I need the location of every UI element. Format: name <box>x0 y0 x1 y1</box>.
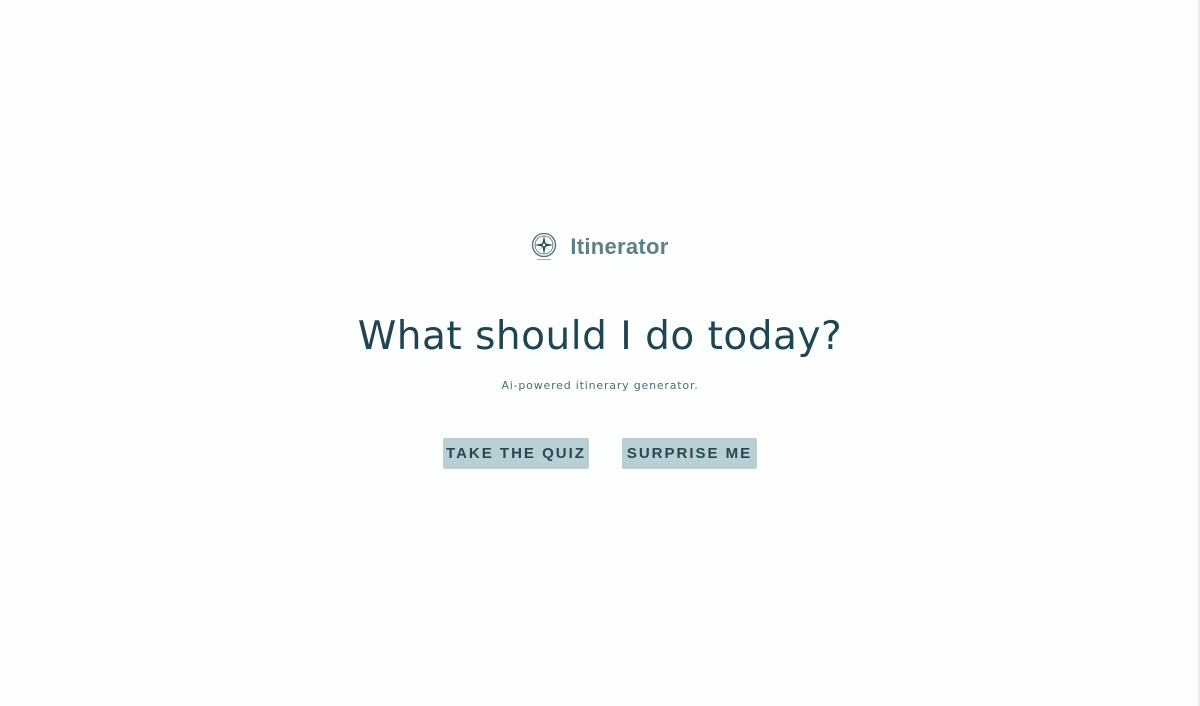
page-title: What should I do today? <box>357 314 843 359</box>
surprise-me-button[interactable]: SURPRISE ME <box>622 438 757 469</box>
page-subtitle: Ai-powered itinerary generator. <box>501 379 699 392</box>
brand-name: Itinerator <box>570 234 669 259</box>
compass-icon <box>532 232 557 260</box>
take-quiz-button[interactable]: TAKE THE QUIZ <box>443 438 589 469</box>
landing-page: Itinerator What should I do today? Ai-po… <box>0 0 1200 706</box>
brand-header: Itinerator <box>0 230 1200 264</box>
